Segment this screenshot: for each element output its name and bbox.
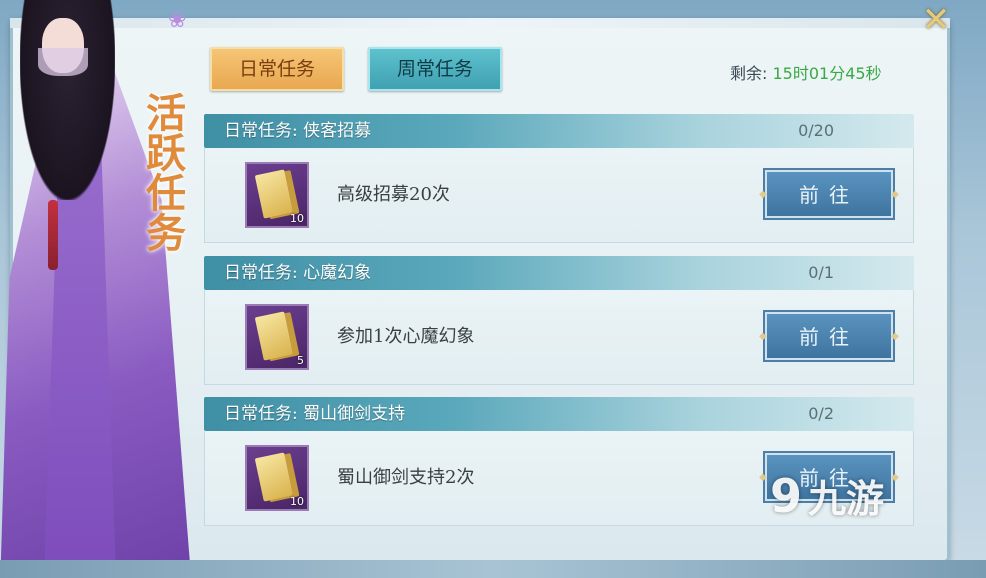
- task-description: 蜀山御剑支持2次: [337, 467, 475, 488]
- goto-button[interactable]: 前往: [759, 312, 899, 360]
- reward-count: 10: [290, 212, 304, 225]
- task-progress: 0/2: [808, 404, 834, 423]
- task-header: 日常任务: 侠客招募 0/20: [204, 114, 914, 148]
- task-body: 10 高级招募20次 前往: [204, 148, 914, 243]
- task-item: 日常任务: 心魔幻象 0/1 5 参加1次心魔幻象 前往: [204, 256, 914, 388]
- task-name: 日常任务: 心魔幻象: [224, 263, 372, 283]
- task-progress: 0/1: [808, 263, 834, 282]
- task-body: 5 参加1次心魔幻象 前往: [204, 290, 914, 385]
- remaining-time: 剩余: 15时01分45秒: [730, 60, 882, 84]
- reward-item-icon[interactable]: 10: [245, 445, 309, 511]
- bottom-border: [0, 560, 986, 578]
- reward-item-icon[interactable]: 5: [245, 304, 309, 370]
- close-icon[interactable]: ✕: [918, 2, 954, 38]
- task-item: 日常任务: 侠客招募 0/20 10 高级招募20次 前往: [204, 114, 914, 246]
- flower-icon: ❀: [168, 8, 187, 33]
- watermark-logo: 9: [770, 468, 803, 523]
- reward-count: 5: [297, 354, 304, 367]
- panel-title-text: 活跃任务: [139, 92, 186, 252]
- watermark: 9 九游: [770, 468, 884, 523]
- task-name: 日常任务: 蜀山御剑支持: [224, 404, 406, 424]
- task-progress: 0/20: [798, 121, 834, 140]
- task-description: 高级招募20次: [337, 184, 450, 205]
- task-name: 日常任务: 侠客招募: [224, 121, 372, 141]
- tab-daily-tasks[interactable]: 日常任务: [210, 47, 344, 91]
- task-header: 日常任务: 蜀山御剑支持 0/2: [204, 397, 914, 431]
- character-portrait: [0, 0, 200, 578]
- task-description: 参加1次心魔幻象: [337, 326, 475, 347]
- goto-button[interactable]: 前往: [759, 170, 899, 218]
- remaining-time-value: 15时01分45秒: [772, 64, 882, 83]
- panel-title: 活跃任务: [132, 92, 192, 252]
- task-header: 日常任务: 心魔幻象 0/1: [204, 256, 914, 290]
- reward-item-icon[interactable]: 10: [245, 162, 309, 228]
- watermark-text: 九游: [808, 476, 885, 521]
- remaining-label: 剩余:: [730, 64, 768, 83]
- tab-weekly-tasks[interactable]: 周常任务: [368, 47, 502, 91]
- reward-count: 10: [290, 495, 304, 508]
